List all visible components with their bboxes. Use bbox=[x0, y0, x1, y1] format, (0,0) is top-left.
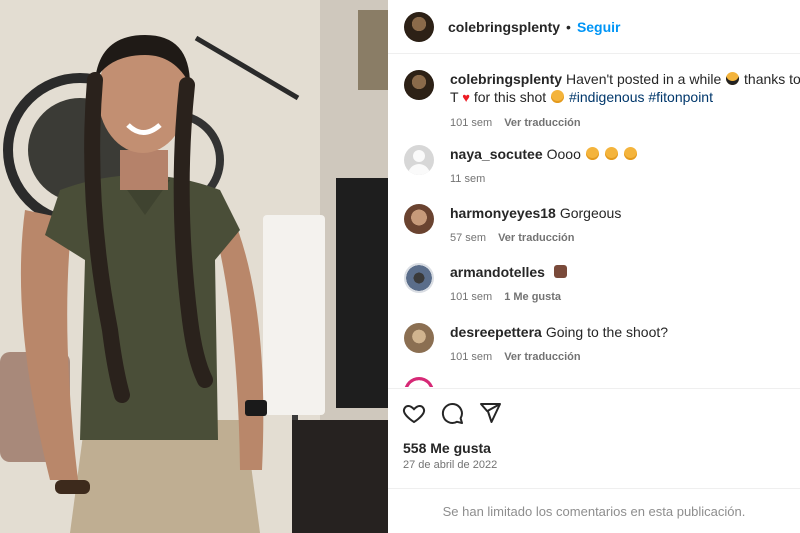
caption-meta: 101 sem Ver traducción bbox=[450, 117, 800, 129]
post-date: 27 de abril de 2022 bbox=[403, 459, 498, 471]
comment-body: armandotelles 101 sem 1 Me gusta bbox=[450, 263, 568, 303]
red-heart-emoji-icon: ♥ bbox=[462, 90, 470, 105]
comment-translate-link[interactable]: Ver traducción bbox=[498, 232, 574, 244]
smile-emoji-icon bbox=[585, 147, 599, 160]
comment-line: harmonyeyes18 Gorgeous bbox=[450, 204, 621, 222]
post-header: colebringsplenty • Seguir bbox=[388, 0, 800, 54]
share-icon[interactable] bbox=[478, 401, 502, 425]
comment-username[interactable]: desreepettera bbox=[450, 324, 542, 340]
author-username[interactable]: colebringsplenty bbox=[448, 19, 560, 35]
caption-text-line2-mid: for this shot bbox=[473, 89, 547, 105]
hashtag-indigenous[interactable]: #indigenous bbox=[569, 89, 645, 105]
caption-time: 101 sem bbox=[450, 117, 493, 129]
comment-username[interactable]: armandotelles bbox=[450, 264, 545, 280]
smile-emoji-icon bbox=[623, 147, 637, 160]
comment-translate-link[interactable]: Ver traducción bbox=[504, 351, 580, 363]
comment-time: 101 sem bbox=[450, 291, 493, 303]
comment-avatar[interactable] bbox=[404, 323, 434, 353]
comment-item: desreepettera Going to the shoot? 101 sem… bbox=[404, 323, 668, 363]
comment-item: harmonyeyes18 Gorgeous 57 sem Ver traducc… bbox=[404, 204, 621, 244]
comment-username[interactable]: harmonyeyes18 bbox=[450, 205, 556, 221]
caption-line-2: T ♥ for this shot #indigenous #fitonpoin… bbox=[450, 88, 800, 107]
comment-body: desreepettera Going to the shoot? 101 sem… bbox=[450, 323, 668, 363]
comment-avatar[interactable] bbox=[404, 377, 434, 387]
caption-line-1: colebringsplenty Haven't posted in a whil… bbox=[450, 70, 800, 88]
comment-time: 11 sem bbox=[450, 173, 486, 185]
comment-text: Going to the shoot? bbox=[545, 324, 669, 340]
comments-limited-notice: Se han limitado los comentarios en esta … bbox=[388, 488, 800, 533]
comment-icon[interactable] bbox=[440, 401, 464, 425]
comment-text: Gorgeous bbox=[559, 205, 622, 221]
comment-line: desreepettera Going to the shoot? bbox=[450, 323, 668, 341]
author-avatar[interactable] bbox=[404, 11, 434, 42]
caption-text-mid: thanks to my gi bbox=[744, 71, 800, 87]
comment-body: naya_socutee Oooo 11 sem bbox=[450, 145, 638, 185]
caption-translate-link[interactable]: Ver traducción bbox=[504, 117, 580, 129]
comment-avatar[interactable] bbox=[404, 145, 434, 175]
post-side-panel: colebringsplenty • Seguir colebringsplen… bbox=[388, 0, 800, 533]
bear-emoji-icon bbox=[553, 265, 567, 278]
comment-username[interactable]: naya_socutee bbox=[450, 146, 543, 162]
follow-button[interactable]: Seguir bbox=[577, 19, 621, 35]
comment-meta: 57 sem Ver traducción bbox=[450, 232, 621, 244]
comment-meta: 11 sem bbox=[450, 173, 638, 185]
header-separator: • bbox=[566, 18, 571, 35]
comment-item-partial bbox=[404, 377, 434, 387]
hashtag-fitonpoint[interactable]: #fitonpoint bbox=[648, 89, 713, 105]
comment-line: armandotelles bbox=[450, 263, 568, 281]
comment-likes-link[interactable]: 1 Me gusta bbox=[504, 291, 561, 303]
action-icons bbox=[402, 401, 502, 425]
comment-item: naya_socutee Oooo 11 sem bbox=[404, 145, 638, 185]
likes-count[interactable]: 558 Me gusta bbox=[403, 440, 491, 456]
comment-meta: 101 sem 1 Me gusta bbox=[450, 291, 568, 303]
photo-illustration bbox=[0, 0, 388, 533]
comment-meta: 101 sem Ver traducción bbox=[450, 351, 668, 363]
comments-list[interactable]: colebringsplenty Haven't posted in a whil… bbox=[388, 55, 800, 387]
post-photo[interactable] bbox=[0, 0, 388, 533]
comment-text: Oooo bbox=[546, 146, 581, 162]
heart-icon[interactable] bbox=[402, 401, 426, 425]
caption-text: Haven't posted in a while bbox=[566, 71, 722, 87]
caption-item: colebringsplenty Haven't posted in a whil… bbox=[404, 70, 800, 129]
sunglasses-emoji-icon bbox=[726, 72, 740, 85]
smile-emoji-icon bbox=[604, 147, 618, 160]
grin-emoji-icon bbox=[551, 90, 565, 103]
comment-avatar[interactable] bbox=[404, 263, 434, 293]
comment-avatar[interactable] bbox=[404, 204, 434, 234]
comment-line: naya_socutee Oooo bbox=[450, 145, 638, 163]
comment-item: armandotelles 101 sem 1 Me gusta bbox=[404, 263, 568, 303]
caption-body: colebringsplenty Haven't posted in a whil… bbox=[450, 70, 800, 129]
comment-time: 57 sem bbox=[450, 232, 487, 244]
caption-text-line2: T bbox=[450, 89, 459, 105]
comment-time: 101 sem bbox=[450, 351, 493, 363]
caption-username[interactable]: colebringsplenty bbox=[450, 71, 562, 87]
post-actions: 558 Me gusta 27 de abril de 2022 bbox=[388, 388, 800, 488]
comment-body: harmonyeyes18 Gorgeous 57 sem Ver traducc… bbox=[450, 204, 621, 244]
caption-avatar[interactable] bbox=[404, 70, 434, 100]
